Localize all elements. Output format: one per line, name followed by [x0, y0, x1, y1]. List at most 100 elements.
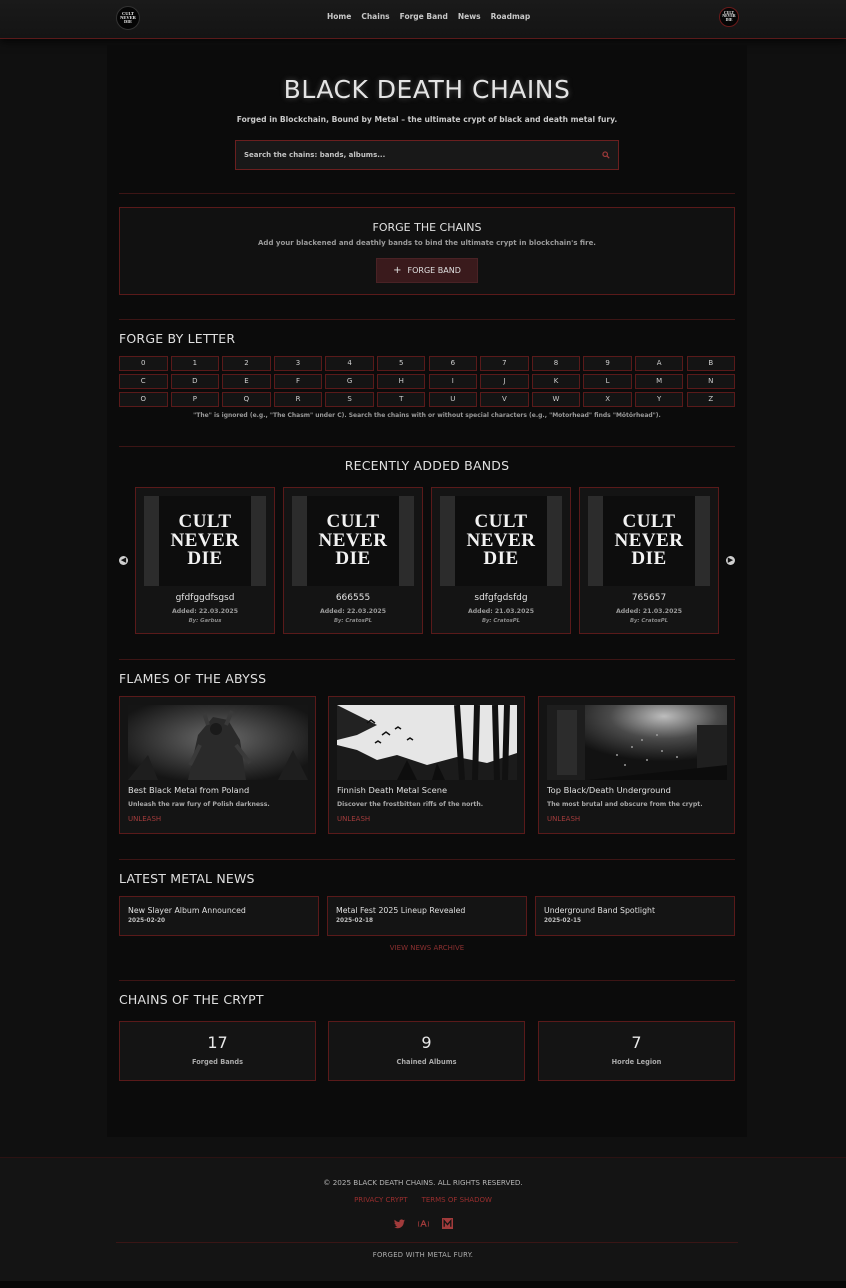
letter-button-2[interactable]: 2: [222, 356, 271, 371]
letter-button-7[interactable]: 7: [480, 356, 529, 371]
band-name: gfdfggdfsgsd: [175, 593, 235, 603]
letter-button-a[interactable]: A: [634, 356, 684, 371]
feature-card[interactable]: Finnish Death Metal Scene Discover the f…: [328, 696, 525, 834]
music-store-icon[interactable]: [417, 1218, 429, 1229]
letter-button-5[interactable]: 5: [376, 356, 426, 371]
nav-link-roadmap[interactable]: Roadmap: [491, 12, 531, 21]
letter-button-3[interactable]: 3: [273, 356, 323, 371]
letter-button-p[interactable]: P: [170, 392, 220, 407]
news-headline: Metal Fest 2025 Lineup Revealed: [336, 906, 466, 915]
feature-card[interactable]: Best Black Metal from Poland Unleash the…: [119, 696, 316, 834]
letter-button-r[interactable]: R: [273, 392, 323, 407]
band-cover: CULT NEVER DIE: [292, 496, 414, 586]
forge-band-button[interactable]: + FORGE BAND: [376, 258, 478, 283]
letter-button-e[interactable]: E: [222, 374, 271, 389]
letter-button-z[interactable]: Z: [686, 392, 736, 407]
forge-title: FORGE THE CHAINS: [372, 221, 482, 234]
nav-link-home[interactable]: Home: [327, 12, 351, 21]
user-avatar[interactable]: CULT NEVER DIE: [719, 7, 739, 27]
search-icon[interactable]: [602, 151, 610, 159]
letter-button-b[interactable]: B: [686, 356, 736, 371]
divider: [119, 446, 735, 447]
cult-never-die-logo: CULT NEVER DIE: [455, 496, 547, 586]
letter-button-i[interactable]: I: [428, 374, 478, 389]
feature-image-concert-stage: [547, 705, 727, 780]
letter-button-u[interactable]: U: [428, 392, 478, 407]
band-card[interactable]: CULT NEVER DIE gfdfggdfsgsd Added: 22.03.2…: [135, 487, 275, 634]
news-title: LATEST METAL NEWS: [119, 871, 255, 886]
twitter-icon[interactable]: [393, 1218, 405, 1229]
letter-button-k[interactable]: K: [531, 374, 581, 389]
news-card[interactable]: New Slayer Album Announced 2025-02-20: [119, 896, 319, 936]
news-date: 2025-02-18: [336, 918, 374, 924]
divider: [119, 980, 735, 981]
feature-title: Finnish Death Metal Scene: [337, 785, 448, 795]
letter-button-y[interactable]: Y: [634, 392, 684, 407]
unleash-link[interactable]: UNLEASH: [337, 815, 370, 823]
letter-button-h[interactable]: H: [376, 374, 426, 389]
band-card[interactable]: CULT NEVER DIE 666555 Added: 22.03.2025 By…: [283, 487, 423, 634]
m-logo-icon[interactable]: [441, 1218, 453, 1229]
feature-description: Discover the frostbitten riffs of the no…: [337, 801, 484, 808]
carousel-next-button[interactable]: ▶: [726, 556, 735, 565]
stat-card: 9 Chained Albums: [328, 1021, 525, 1081]
letter-button-j[interactable]: J: [480, 374, 529, 389]
footer-tagline: FORGED WITH METAL FURY.: [372, 1251, 474, 1259]
band-card[interactable]: CULT NEVER DIE sdfgfgdsfdg Added: 21.03.20…: [431, 487, 571, 634]
site-logo[interactable]: CULT NEVER DIE: [116, 6, 140, 30]
privacy-link[interactable]: PRIVACY CRYPT: [354, 1196, 408, 1204]
search-input[interactable]: [236, 151, 586, 159]
band-author: By: CratosPL: [333, 618, 373, 624]
letter-button-l[interactable]: L: [583, 374, 632, 389]
news-card[interactable]: Underground Band Spotlight 2025-02-15: [535, 896, 735, 936]
stat-label: Chained Albums: [396, 1058, 457, 1066]
bottom-bar: [0, 1281, 846, 1288]
letter-button-s[interactable]: S: [325, 392, 374, 407]
band-card[interactable]: CULT NEVER DIE 765657 Added: 21.03.2025 By…: [579, 487, 719, 634]
letter-button-d[interactable]: D: [170, 374, 220, 389]
letters-note: "The" is ignored (e.g., "The Chasm" unde…: [193, 412, 661, 419]
stat-card: 17 Forged Bands: [119, 1021, 316, 1081]
letter-button-v[interactable]: V: [480, 392, 529, 407]
nav-link-forge-band[interactable]: Forge Band: [400, 12, 448, 21]
letter-button-t[interactable]: T: [376, 392, 426, 407]
letter-button-n[interactable]: N: [686, 374, 736, 389]
chevron-right-icon: ▶: [727, 556, 734, 564]
forge-panel: FORGE THE CHAINS Add your blackened and …: [119, 207, 735, 295]
plus-icon: +: [393, 264, 402, 276]
letter-button-g[interactable]: G: [325, 374, 374, 389]
nav-link-news[interactable]: News: [458, 12, 481, 21]
feature-image-birds-trees: [337, 705, 517, 780]
letter-button-9[interactable]: 9: [583, 356, 632, 371]
band-name: 666555: [335, 593, 371, 603]
letter-button-w[interactable]: W: [531, 392, 581, 407]
band-added-date: Added: 22.03.2025: [171, 608, 239, 615]
unleash-link[interactable]: UNLEASH: [128, 815, 161, 823]
letter-button-6[interactable]: 6: [428, 356, 478, 371]
band-author: By: Garbus: [188, 618, 222, 624]
divider: [119, 659, 735, 660]
search-bar: [235, 140, 619, 170]
news-date: 2025-02-15: [544, 918, 582, 924]
letter-button-1[interactable]: 1: [170, 356, 220, 371]
feature-title: Top Black/Death Underground: [547, 785, 671, 795]
terms-link[interactable]: TERMS OF SHADOW: [422, 1196, 492, 1204]
band-cover: CULT NEVER DIE: [588, 496, 710, 586]
letter-button-c[interactable]: C: [119, 374, 168, 389]
letter-button-x[interactable]: X: [583, 392, 632, 407]
letter-button-0[interactable]: 0: [119, 356, 168, 371]
letter-button-o[interactable]: O: [119, 392, 168, 407]
letter-button-f[interactable]: F: [273, 374, 323, 389]
main-content: BLACK DEATH CHAINS Forged in Blockchain,…: [107, 45, 747, 1137]
nav-link-chains[interactable]: Chains: [361, 12, 389, 21]
news-archive-link[interactable]: VIEW NEWS ARCHIVE: [107, 944, 747, 952]
unleash-link[interactable]: UNLEASH: [547, 815, 580, 823]
feature-card[interactable]: Top Black/Death Underground The most bru…: [538, 696, 735, 834]
news-card[interactable]: Metal Fest 2025 Lineup Revealed 2025-02-…: [327, 896, 527, 936]
carousel-prev-button[interactable]: ◀: [119, 556, 128, 565]
letter-button-4[interactable]: 4: [325, 356, 374, 371]
letter-button-q[interactable]: Q: [222, 392, 271, 407]
letter-button-m[interactable]: M: [634, 374, 684, 389]
band-added-date: Added: 21.03.2025: [615, 608, 683, 615]
letter-button-8[interactable]: 8: [531, 356, 581, 371]
